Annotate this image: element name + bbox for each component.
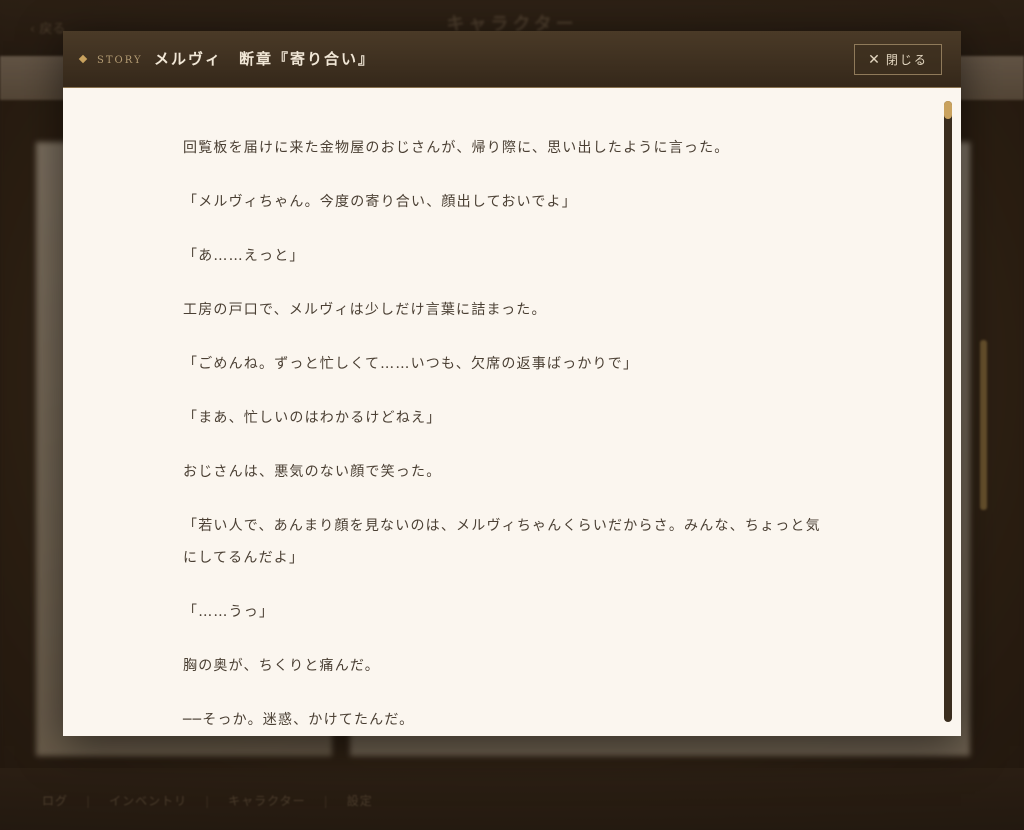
story-body[interactable]: 回覧板を届けに来た金物屋のおじさんが、帰り際に、思い出したように言った。 「メル… xyxy=(63,88,961,736)
story-text: 回覧板を届けに来た金物屋のおじさんが、帰り際に、思い出したように言った。 「メル… xyxy=(183,132,823,736)
story-line: 「あ……えっと」 xyxy=(183,248,305,264)
story-line: 「若い人で、あんまり顔を見ないのは、メルヴィちゃんくらいだからさ。みんな、ちょっ… xyxy=(183,518,821,566)
story-tag: STORY xyxy=(97,55,143,66)
close-button[interactable]: ✕ 閉じる xyxy=(854,44,942,75)
story-line: 「メルヴィちゃん。今度の寄り合い、顔出しておいでよ」 xyxy=(183,194,577,210)
story-line: 「ごめんね。ずっと忙しくて……いつも、欠席の返事ばっかりで」 xyxy=(183,356,639,372)
story-scrollbar-thumb[interactable] xyxy=(944,101,952,119)
diamond-icon xyxy=(78,54,88,64)
story-line: おじさんは、悪気のない顔で笑った。 xyxy=(183,464,442,480)
modal-header: STORY メルヴィ 断章『寄り合い』 ✕ 閉じる xyxy=(63,31,961,88)
story-line: 回覧板を届けに来た金物屋のおじさんが、帰り際に、思い出したように言った。 xyxy=(183,140,730,156)
story-modal: STORY メルヴィ 断章『寄り合い』 ✕ 閉じる 回覧板を届けに来た金物屋のお… xyxy=(63,31,961,736)
story-line: 胸の奥が、ちくりと痛んだ。 xyxy=(183,658,380,674)
story-line: 「まあ、忙しいのはわかるけどねえ」 xyxy=(183,410,442,426)
close-icon: ✕ xyxy=(868,51,882,68)
story-title: メルヴィ 断章『寄り合い』 xyxy=(154,50,376,68)
story-scrollbar-track[interactable] xyxy=(944,101,952,722)
story-line: 工房の戸口で、メルヴィは少しだけ言葉に詰まった。 xyxy=(183,302,547,318)
story-line: 「……うっ」 xyxy=(183,604,275,620)
story-line: ──そっか。迷惑、かけてたんだ。 xyxy=(183,712,415,728)
close-button-label: 閉じる xyxy=(885,53,928,67)
